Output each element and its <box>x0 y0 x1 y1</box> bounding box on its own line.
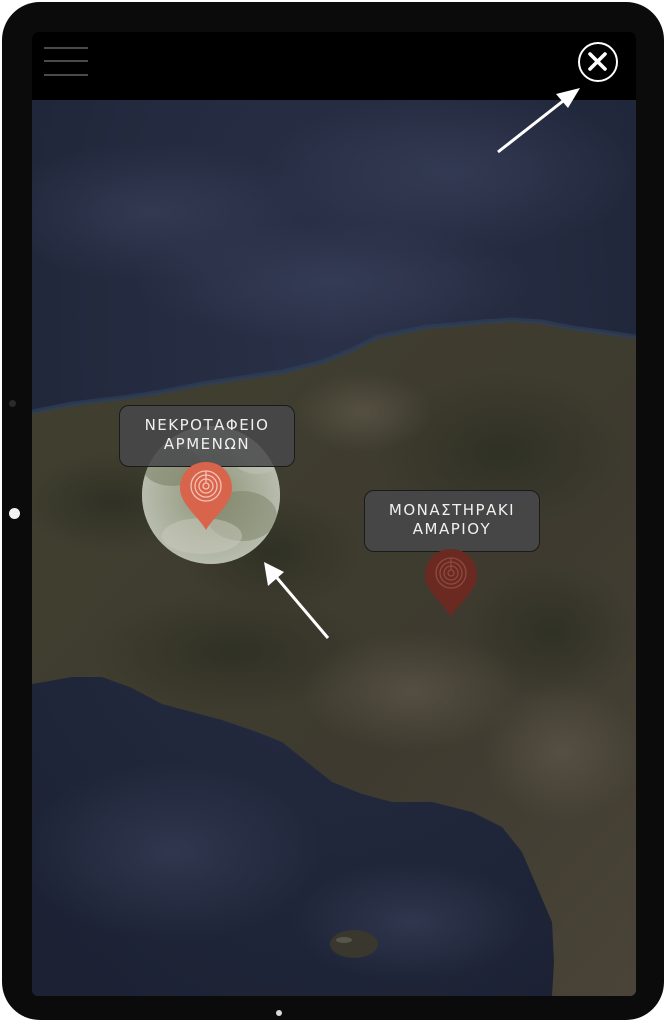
marker-label-line1: ΜΟΝΑΣΤΗΡΑΚΙ <box>388 501 516 519</box>
top-bar <box>32 32 636 100</box>
hamburger-menu-icon[interactable] <box>44 46 88 78</box>
marker-label-line1: ΝΕΚΡΟΤΑΦΕΙΟ <box>144 416 270 434</box>
bottom-sensor-dot <box>276 1010 282 1016</box>
marker-label-armenon[interactable]: ΝΕΚΡΟΤΑΦΕΙΟ ΑΡΜΕΝΩΝ <box>119 405 295 467</box>
map-pin-amariou[interactable] <box>423 547 479 623</box>
close-icon[interactable] <box>578 42 618 82</box>
marker-label-amariou[interactable]: ΜΟΝΑΣΤΗΡΑΚΙ ΑΜΑΡΙΟΥ <box>364 490 540 552</box>
marker-label-line2: ΑΡΜΕΝΩΝ <box>163 435 251 453</box>
satellite-map[interactable] <box>32 32 636 996</box>
map-pin-armenon[interactable] <box>178 460 234 536</box>
camera-dot <box>9 400 16 407</box>
marker-label-line2: ΑΜΑΡΙΟΥ <box>412 520 492 538</box>
app-screen: ΝΕΚΡΟΤΑΦΕΙΟ ΑΡΜΕΝΩΝ ΜΟΝΑΣΤΗΡΑΚΙ ΑΜΑΡΙΟΥ <box>32 32 636 996</box>
home-button-dot <box>9 508 20 519</box>
